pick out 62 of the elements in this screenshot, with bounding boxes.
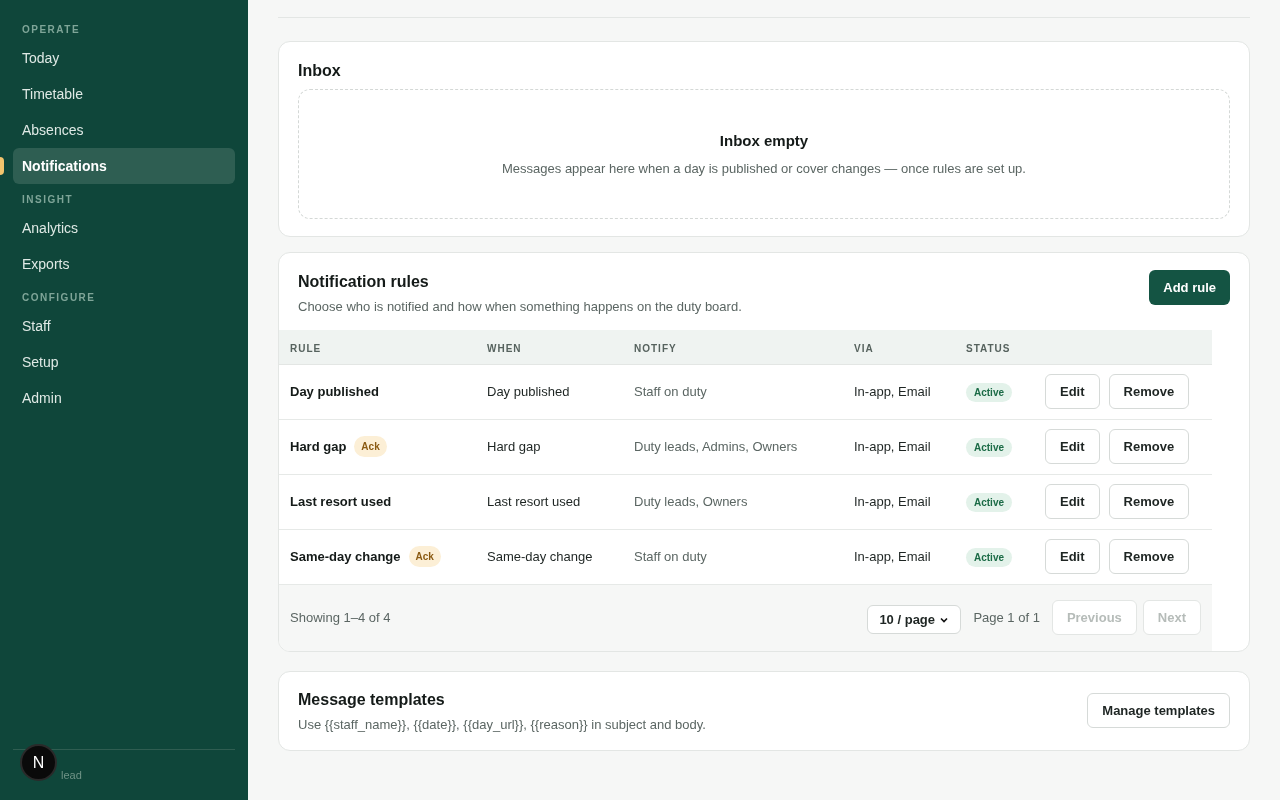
table-cell-text: Day published xyxy=(290,382,379,401)
card-title: Message templates xyxy=(298,689,446,710)
table-cell-text: Same-day change xyxy=(290,547,401,566)
table-cell: Staff on duty xyxy=(634,548,707,564)
table-cell: In-app, Email xyxy=(854,548,931,564)
avatar-button[interactable]: N xyxy=(20,744,57,781)
section-heading: OPERATE xyxy=(21,22,82,37)
empty-title: Inbox empty xyxy=(719,131,809,151)
table-cell: Last resort used xyxy=(487,493,581,509)
status-pill: Active xyxy=(966,492,1012,512)
nav-item[interactable]: Notifications xyxy=(13,148,235,184)
nav-item[interactable]: Timetable xyxy=(13,76,235,112)
table-cell: Hard gap xyxy=(487,438,541,454)
table-cell: Duty leads, Owners xyxy=(634,493,748,509)
nav-item[interactable]: Today xyxy=(13,40,235,76)
section-heading: CONFIGURE xyxy=(21,290,97,305)
card-title: Inbox xyxy=(298,61,342,81)
nav-item[interactable]: Admin xyxy=(13,380,235,416)
status-pill: Active xyxy=(966,382,1012,402)
table-cell-text: Last resort used xyxy=(290,492,392,511)
nav-item[interactable]: Analytics xyxy=(13,210,235,246)
nav-item[interactable]: Exports xyxy=(13,246,235,282)
brand-name: lead xyxy=(61,769,82,781)
remove-button[interactable]: Remove xyxy=(1108,539,1190,574)
card-title: Notification rules xyxy=(298,272,430,292)
table-cell: Same-day change xyxy=(487,548,593,564)
remove-button[interactable]: Remove xyxy=(1108,484,1190,519)
active-indicator xyxy=(0,157,4,175)
table-cell: In-app, Email xyxy=(854,438,931,454)
section-heading: INSIGHT xyxy=(21,192,75,207)
nav-item[interactable]: Absences xyxy=(13,112,235,148)
status-pill: Active xyxy=(966,437,1012,457)
column-header: VIA xyxy=(854,342,874,354)
ack-tag: Ack xyxy=(354,436,387,457)
remove-button[interactable]: Remove xyxy=(1108,429,1190,464)
status-pill: Active xyxy=(966,547,1012,567)
add-rule-button[interactable]: Add rule xyxy=(1149,270,1230,305)
edit-button[interactable]: Edit xyxy=(1045,539,1100,574)
empty-text: Messages appear here when a day is published or cover changes — once rules are set up. xyxy=(502,159,1026,178)
table-cell-text: Hard gap xyxy=(290,437,347,456)
table-cell: Duty leads, Admins, Owners xyxy=(634,438,798,454)
nav-item[interactable]: Staff xyxy=(13,308,235,344)
card-subtitle: Choose who is notified and how when something happens on the duty board. xyxy=(298,298,742,316)
manage-templates-button[interactable]: Manage templates xyxy=(1087,693,1230,729)
column-header: NOTIFY xyxy=(634,342,677,354)
table-cell: Staff on duty xyxy=(634,383,707,399)
nav-item[interactable]: Setup xyxy=(13,344,235,380)
column-header: WHEN xyxy=(487,342,522,354)
ack-tag: Ack xyxy=(408,546,441,567)
edit-button[interactable]: Edit xyxy=(1045,484,1100,519)
edit-button[interactable]: Edit xyxy=(1045,429,1100,464)
table-cell: Day published xyxy=(487,383,570,399)
page-indicator: Page 1 of 1 xyxy=(973,608,1040,627)
table-cell: In-app, Email xyxy=(854,493,931,509)
table-cell: In-app, Email xyxy=(854,383,931,399)
card-subtitle: Use {{staff_name}}, {{date}}, {{day_url}}, {{reason}} in subject and body. xyxy=(298,715,706,734)
page-size-select[interactable]: 10 / page xyxy=(867,605,962,634)
edit-button[interactable]: Edit xyxy=(1045,374,1100,409)
column-header: RULE xyxy=(290,342,322,354)
remove-button[interactable]: Remove xyxy=(1108,374,1190,409)
column-header: STATUS xyxy=(966,342,1011,354)
showing-count: Showing 1–4 of 4 xyxy=(290,608,391,627)
